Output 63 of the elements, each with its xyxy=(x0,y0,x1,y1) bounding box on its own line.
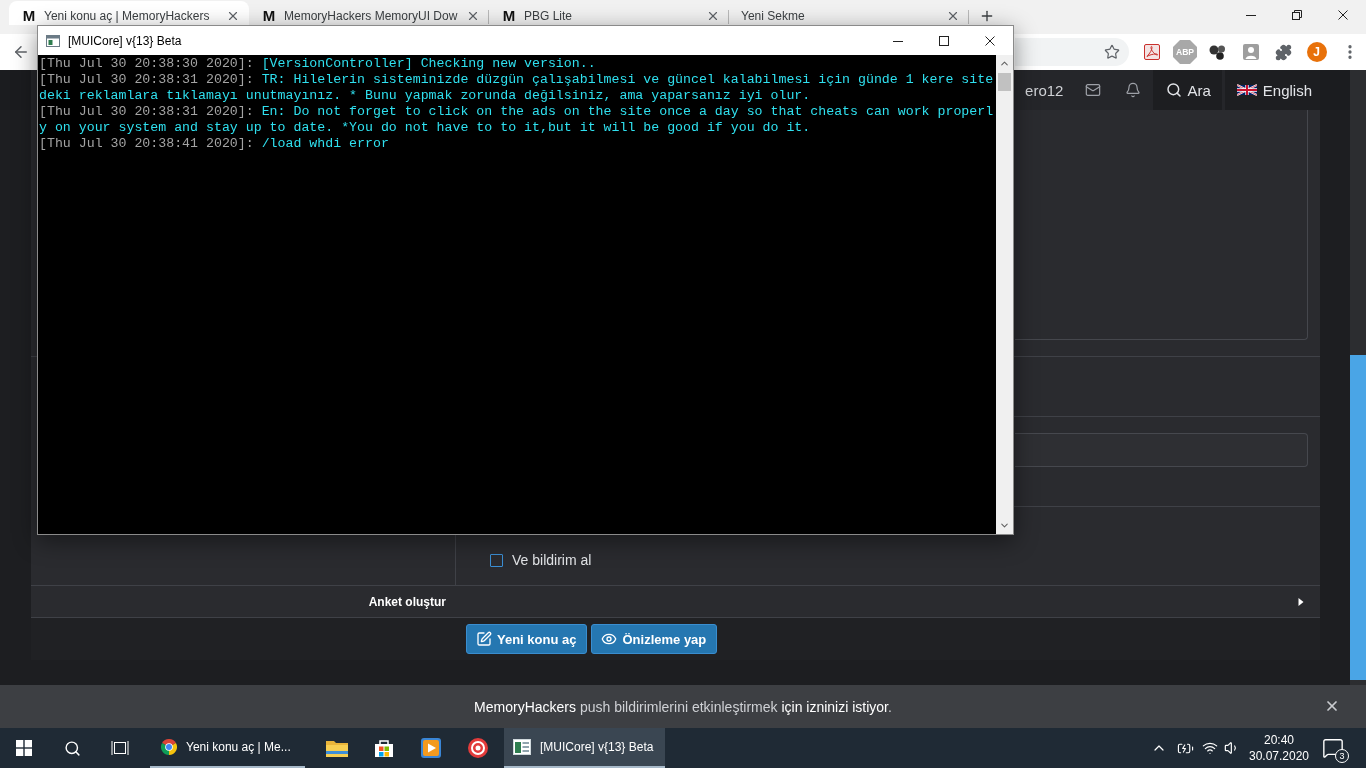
search-link[interactable]: Ara xyxy=(1153,70,1222,110)
restore-icon[interactable] xyxy=(1292,9,1302,20)
notification-text: MemoryHackers push bildirimlerini etkinleştirmek için izninizi istiyor. xyxy=(474,698,892,715)
scrollbar[interactable] xyxy=(1350,70,1366,685)
site-logo: M xyxy=(21,8,37,24)
close-icon[interactable] xyxy=(1338,9,1348,20)
picture-icon[interactable] xyxy=(1242,44,1259,60)
mail-icon[interactable] xyxy=(1085,82,1102,98)
search-icon[interactable] xyxy=(63,739,81,757)
log-line: [Thu Jul 30 20:38:31 2020]: TR: Hilelerin sisteminizde düzgün çalışabilmesi ve güncel kalabilmesi için günde 1 kere sitedeki reklamlara tıklamayı unutmayınız. * Bunu yapmak zorunda değilsiniz, ama yaparsanız iyi olur. xyxy=(39,72,995,104)
edit-icon xyxy=(476,631,492,647)
browser-tab[interactable]: M PBG Lite xyxy=(489,1,729,25)
circles-icon[interactable] xyxy=(1208,44,1227,60)
browser-tab[interactable]: M Yeni konu aç | MemoryHackers xyxy=(9,1,249,25)
preview-button[interactable]: Önizleme yap xyxy=(591,624,718,654)
taskbar-button[interactable]: [MUICore] v{13} Beta xyxy=(504,728,665,768)
username-link[interactable]: ero12 xyxy=(1025,81,1064,99)
plus-icon[interactable] xyxy=(979,8,995,24)
browser-logo-icon xyxy=(161,739,177,755)
log-line: [Thu Jul 30 20:38:41 2020]: /load whdi error xyxy=(39,136,389,152)
shopping-bag-icon[interactable] xyxy=(373,738,394,758)
play-icon[interactable] xyxy=(420,738,441,758)
site-logo: M xyxy=(501,8,517,24)
window-title: [MUICore] v{13} Beta xyxy=(68,33,182,48)
close-icon[interactable] xyxy=(1324,698,1340,714)
app-icon[interactable] xyxy=(467,738,488,758)
scrollbar-thumb[interactable] xyxy=(998,73,1011,91)
log-line: [Thu Jul 30 20:38:30 2020]: [VersionController] Checking new version.. xyxy=(39,56,596,72)
maximize-icon[interactable] xyxy=(939,35,949,46)
language-link[interactable]: English xyxy=(1224,70,1320,110)
clock-time: 20:40 xyxy=(1264,732,1294,748)
post-topic-button[interactable]: Yeni konu aç xyxy=(466,624,588,654)
log-line: [Thu Jul 30 20:38:31 2020]: En: Do not forget to click on the ads on the site once a day so that cheats can work properly on your system and stay up to date. *You do not have to to it,but it will be good if you do it. xyxy=(39,104,995,136)
close-icon[interactable] xyxy=(226,9,240,23)
browser-tab[interactable]: Yeni Sekme xyxy=(729,1,969,25)
input-field[interactable] xyxy=(1015,433,1308,467)
eye-icon xyxy=(601,631,618,647)
puzzle-icon[interactable] xyxy=(1275,43,1292,61)
folder-icon[interactable] xyxy=(325,739,348,757)
scrollbar[interactable] xyxy=(996,55,1013,534)
windows-logo-icon[interactable] xyxy=(16,740,32,756)
pdf-icon[interactable] xyxy=(1143,44,1160,60)
scrollbar-thumb[interactable] xyxy=(1350,355,1366,680)
window-app-icon xyxy=(46,34,60,47)
flag-icon xyxy=(1236,84,1257,96)
chevron-down-icon[interactable] xyxy=(999,520,1010,531)
star-icon[interactable] xyxy=(1104,44,1120,60)
checkbox[interactable] xyxy=(490,553,503,567)
task-view-icon[interactable] xyxy=(111,740,129,756)
caret-icon[interactable] xyxy=(1297,597,1305,606)
wifi-icon[interactable] xyxy=(1202,740,1218,756)
notification-center-icon[interactable] xyxy=(1322,737,1344,759)
close-icon[interactable] xyxy=(985,35,995,46)
poll-toggle[interactable]: Anket oluştur xyxy=(368,594,446,609)
window-app-icon xyxy=(513,739,531,755)
notification-count: 3 xyxy=(1335,749,1349,763)
site-logo: M xyxy=(261,8,277,24)
bell-icon[interactable] xyxy=(1125,82,1142,98)
browser-tab[interactable]: M MemoryHackers MemoryUI Dow xyxy=(249,1,489,25)
clock-date: 30.07.2020 xyxy=(1248,748,1310,764)
search-icon xyxy=(1166,82,1183,98)
checkbox-label: Ve bildirim al xyxy=(512,552,592,568)
taskbar-button[interactable]: Yeni konu aç | Me... xyxy=(150,728,305,768)
